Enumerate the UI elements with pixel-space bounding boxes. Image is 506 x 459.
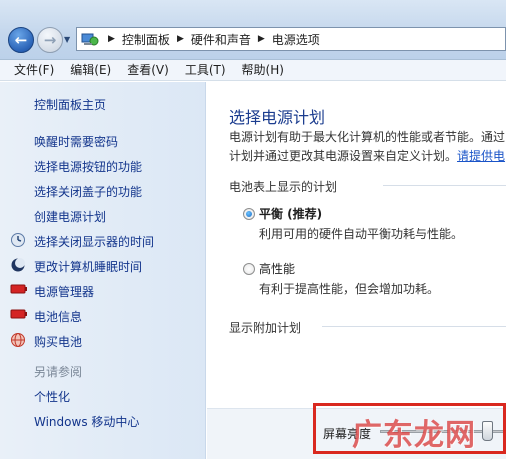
breadcrumb-separator-icon: ▶	[108, 34, 115, 44]
chevron-down-icon: ▼	[64, 35, 71, 44]
personalization-link[interactable]: 个性化	[34, 388, 70, 405]
watermark-logo: 广东龙网	[352, 418, 476, 453]
wake-password-link[interactable]: 唤醒时需要密码	[34, 133, 118, 150]
breadcrumb-hardware-sound[interactable]: 硬件和声音	[191, 31, 251, 48]
menu-bar: 文件(F) 编辑(E) 查看(V) 工具(T) 帮助(H)	[0, 60, 506, 81]
forward-button[interactable]: →	[37, 27, 63, 53]
mobility-center-link[interactable]: Windows 移动中心	[34, 413, 139, 430]
plan-high-performance-name[interactable]: 高性能	[259, 260, 295, 277]
buy-battery-link[interactable]: 购买电池	[34, 333, 82, 350]
breadcrumb-separator-icon[interactable]: ▶	[177, 34, 184, 44]
breadcrumb-control-panel[interactable]: 控制面板	[122, 31, 170, 48]
display-timer-icon	[10, 232, 28, 248]
menu-help[interactable]: 帮助(H)	[234, 60, 292, 81]
battery-info-link[interactable]: 电池信息	[34, 308, 82, 325]
plan-balanced-name[interactable]: 平衡 (推荐)	[259, 205, 322, 222]
address-bar[interactable]: ▶ 控制面板 ▶ 硬件和声音 ▶ 电源选项	[76, 27, 506, 51]
sleep-time-link[interactable]: 更改计算机睡眠时间	[34, 258, 142, 275]
battery-manager-icon	[10, 283, 28, 299]
menu-tools[interactable]: 工具(T)	[177, 60, 234, 81]
breadcrumb-power-options[interactable]: 电源选项	[272, 31, 320, 48]
create-plan-link[interactable]: 创建电源计划	[34, 208, 106, 225]
section-divider	[322, 326, 506, 327]
description-line-2: 计划并通过更改其电源设置来自定义计划。请提供电	[229, 149, 506, 163]
plan-high-performance-radio[interactable]	[243, 263, 255, 275]
power-manager-link[interactable]: 电源管理器	[34, 283, 94, 300]
help-link[interactable]: 请提供电	[457, 149, 505, 163]
description-line-1: 电源计划有助于最大化计算机的性能或者节能。通过	[229, 130, 506, 144]
page-title: 选择电源计划	[229, 108, 326, 127]
plan-balanced-desc: 利用可用的硬件自动平衡功耗与性能。	[259, 227, 464, 241]
back-button[interactable]: ←	[8, 27, 34, 53]
recent-pages-dropdown[interactable]: ▼	[64, 35, 74, 45]
menu-view[interactable]: 查看(V)	[119, 60, 177, 81]
navigation-bar: ← → ▼ ▶ 控制面板 ▶ 硬件和声音 ▶ 电源选项	[0, 0, 506, 60]
arrow-right-icon: →	[43, 31, 57, 49]
plan-balanced-radio[interactable]	[243, 208, 255, 220]
sleep-moon-icon	[10, 257, 28, 273]
control-panel-icon	[79, 28, 101, 50]
menu-edit[interactable]: 编辑(E)	[62, 60, 119, 81]
lid-close-link[interactable]: 选择关闭盖子的功能	[34, 183, 142, 200]
additional-plans-toggle[interactable]: 显示附加计划	[229, 319, 301, 336]
section-divider	[383, 185, 506, 186]
control-panel-home-link[interactable]: 控制面板主页	[34, 96, 106, 113]
battery-info-icon	[10, 308, 28, 324]
see-also-heading: 另请参阅	[34, 365, 83, 379]
power-button-link[interactable]: 选择电源按钮的功能	[34, 158, 142, 175]
breadcrumb-separator-icon[interactable]: ▶	[258, 34, 265, 44]
display-off-link[interactable]: 选择关闭显示器的时间	[34, 233, 154, 250]
menu-file[interactable]: 文件(F)	[6, 60, 62, 81]
plans-section-heading: 电池表上显示的计划	[229, 180, 338, 194]
arrow-left-icon: ←	[14, 31, 28, 49]
plan-high-performance-desc: 有利于提高性能，但会增加功耗。	[259, 282, 440, 296]
globe-icon	[10, 332, 28, 348]
